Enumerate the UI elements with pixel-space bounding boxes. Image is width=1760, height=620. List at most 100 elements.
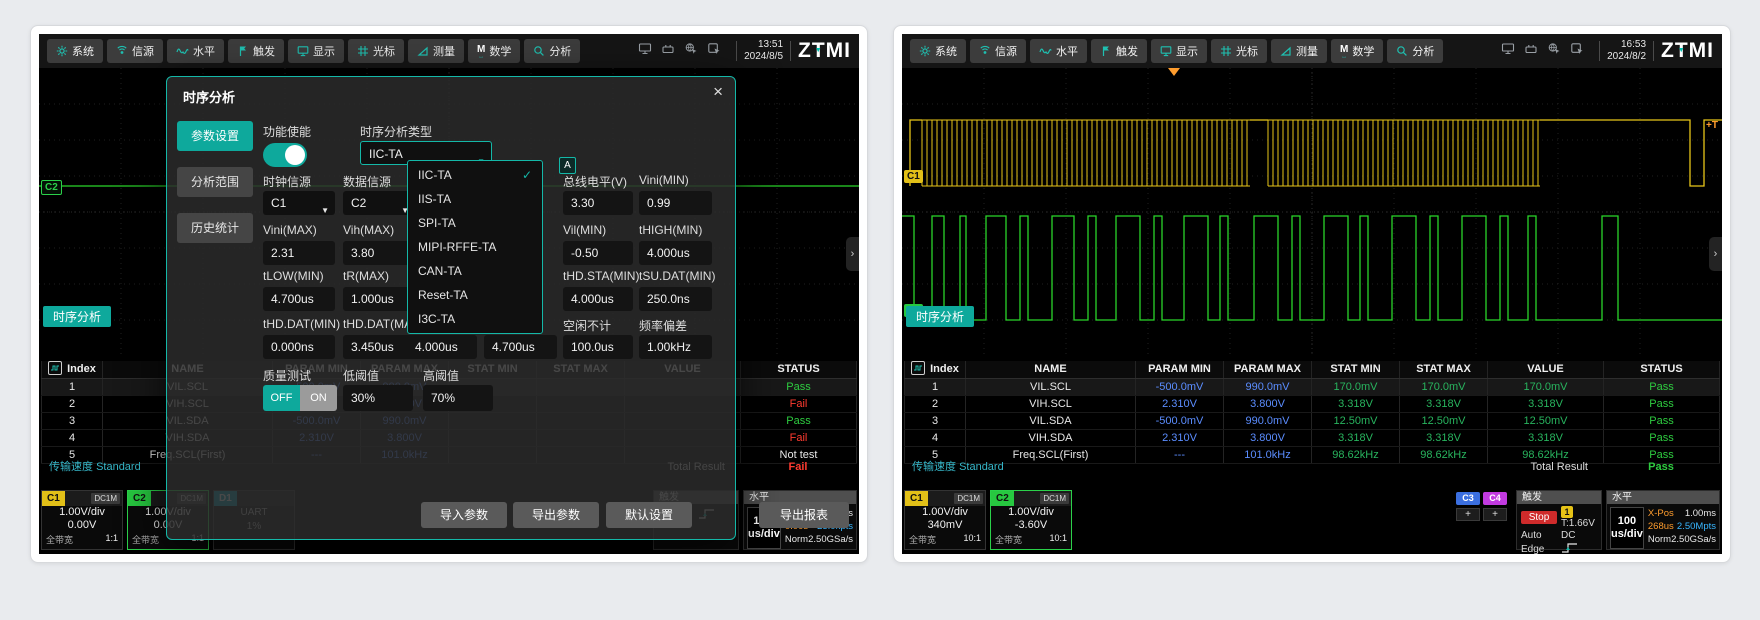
menu-button-trigger-flag[interactable]: 触发: [1091, 39, 1147, 63]
channel-chip-c3[interactable]: C3: [1456, 492, 1480, 505]
acquire-mode: Norm: [1648, 533, 1671, 546]
trigger-mode: Auto: [1521, 530, 1557, 541]
menu-button-measure-triangle[interactable]: 测量: [1271, 39, 1327, 63]
dropdown-option[interactable]: Reset-TA: [408, 283, 542, 307]
vil-min-field[interactable]: -0.50: [563, 241, 633, 265]
clock-source-select[interactable]: C1▼: [263, 191, 335, 215]
menu-button-cursor-grid[interactable]: 光标: [348, 39, 404, 63]
low-threshold-field[interactable]: 30%: [343, 385, 413, 411]
right-side-panel-chevron[interactable]: ›: [1709, 237, 1722, 271]
import-params-button[interactable]: 导入参数: [421, 502, 507, 528]
menu-button-signal-source[interactable]: 信源: [970, 39, 1026, 63]
export-params-button[interactable]: 导出参数: [513, 502, 599, 528]
thigh-min-field[interactable]: 4.000us: [639, 241, 712, 265]
right-horizontal-section[interactable]: 水平 100us/div X-Pos1.00ms 268us2.50Mpts N…: [1606, 490, 1720, 550]
screen-mirror-icon[interactable]: [638, 42, 652, 60]
menu-button-measure-triangle[interactable]: 测量: [408, 39, 464, 63]
dropdown-option[interactable]: CAN-TA: [408, 259, 542, 283]
quality-on-button[interactable]: ON: [300, 385, 337, 411]
data-source-select[interactable]: C2▼: [343, 191, 415, 215]
menu-button-horizontal-wave[interactable]: 水平: [1030, 39, 1087, 63]
tr-max-field[interactable]: 1.000us: [343, 287, 415, 311]
extra-channels-block: C3 C4 + +: [1456, 492, 1507, 524]
brand-logo: ZT▼MI: [798, 39, 851, 63]
screen-mirror-icon[interactable]: [1501, 42, 1515, 60]
gear-icon: [56, 45, 68, 57]
dropdown-option[interactable]: SPI-TA: [408, 211, 542, 235]
thd-dat-max-field[interactable]: 3.450us: [343, 335, 415, 359]
idle-skip-field[interactable]: 100.0us: [563, 335, 633, 359]
menu-button-math-m[interactable]: M↔数学: [468, 39, 520, 63]
bus-level-field[interactable]: 3.30: [563, 191, 633, 215]
cursor-grid-icon: [1220, 45, 1232, 57]
field-label: tHD.DAT(MIN): [263, 317, 340, 331]
menu-button-cursor-grid[interactable]: 光标: [1211, 39, 1267, 63]
left-side-panel-chevron[interactable]: ›: [846, 237, 859, 271]
memory-depth: 2.50Mpts: [1677, 520, 1716, 533]
menu-button-math-m[interactable]: M↔数学: [1331, 39, 1383, 63]
high-threshold-field[interactable]: 70%: [423, 385, 493, 411]
thd-dat-min-field[interactable]: 0.000ns: [263, 335, 335, 359]
vih-max-field[interactable]: 3.80: [343, 241, 415, 265]
tlow-min-field[interactable]: 4.700us: [263, 287, 335, 311]
enable-toggle[interactable]: [263, 143, 307, 167]
table-cell-index: 2: [904, 396, 966, 412]
right-trigger-section[interactable]: 触发 Stop 1T:1.66V Auto DC Edge: [1516, 490, 1602, 550]
network-touch-icon[interactable]: [684, 42, 698, 60]
table-cell-status: Pass: [741, 413, 857, 429]
vini-max-field[interactable]: 2.31: [263, 241, 335, 265]
freq-deviation-field[interactable]: 1.00kHz: [639, 335, 712, 359]
add-channel-button[interactable]: +: [1483, 508, 1507, 521]
covered-field-2[interactable]: 4.700us: [484, 335, 557, 359]
channel-chip-c4[interactable]: C4: [1483, 492, 1507, 505]
right-analysis-tag[interactable]: 时序分析: [906, 306, 974, 327]
dropdown-option[interactable]: I3C-TA: [408, 307, 542, 331]
tsu-dat-min-field[interactable]: 250.0ns: [639, 287, 712, 311]
timebase-scale[interactable]: 100us/div: [1610, 507, 1644, 549]
timing-analysis-dialog: 时序分析 × 参数设置 分析范围 历史统计 功能使能 时序分析类型 IIC-TA…: [166, 76, 736, 540]
dropdown-option[interactable]: IIS-TA: [408, 187, 542, 211]
table-row[interactable]: 3VIL.SDA-500.0mV990.0mV12.50mV12.50mV12.…: [904, 413, 1720, 430]
dropdown-option[interactable]: IIC-TA✓: [408, 163, 542, 187]
menu-button-display-monitor[interactable]: 显示: [288, 39, 344, 63]
channel-box-c1[interactable]: C1DC1M 1.00V/div 0.00V 全带宽1:1: [41, 490, 123, 550]
right-c1-channel-marker[interactable]: C1: [904, 170, 923, 183]
export-report-button[interactable]: 导出报表: [759, 502, 849, 528]
table-row[interactable]: 4VIH.SDA2.310V3.800V3.318V3.318V3.318VPa…: [904, 430, 1720, 447]
menu-button-horizontal-wave[interactable]: 水平: [167, 39, 224, 63]
quality-off-button[interactable]: OFF: [263, 385, 300, 411]
left-analysis-tag[interactable]: 时序分析: [43, 306, 111, 327]
menu-button-signal-source[interactable]: 信源: [107, 39, 163, 63]
touch-panel-icon[interactable]: [1570, 42, 1584, 60]
touch-panel-icon[interactable]: [707, 42, 721, 60]
menu-button-analysis-magnifier[interactable]: 分析: [1387, 39, 1443, 63]
table-row[interactable]: 2VIH.SCL2.310V3.800V3.318V3.318V3.318VPa…: [904, 396, 1720, 413]
menu-button-gear[interactable]: 系统: [910, 39, 966, 63]
usb-storage-icon[interactable]: [661, 42, 675, 60]
menu-button-trigger-flag[interactable]: 触发: [228, 39, 284, 63]
vini-min-field[interactable]: 0.99: [639, 191, 712, 215]
left-c2-channel-marker[interactable]: C2: [41, 180, 62, 195]
transfer-speed: 传输速度 Standard: [912, 458, 1004, 476]
add-channel-button[interactable]: +: [1456, 508, 1480, 521]
default-settings-button[interactable]: 默认设置: [606, 502, 692, 528]
menu-button-analysis-magnifier[interactable]: 分析: [524, 39, 580, 63]
channel-box-c1[interactable]: C1DC1M 1.00V/div 340mV 全带宽10:1: [904, 490, 986, 550]
thd-sta-min-field[interactable]: 4.000us: [563, 287, 633, 311]
trigger-level-marker[interactable]: +T: [1706, 120, 1718, 131]
menu-button-display-monitor[interactable]: 显示: [1151, 39, 1207, 63]
tab-parameter-settings[interactable]: 参数设置: [177, 121, 253, 151]
close-icon[interactable]: ×: [713, 83, 723, 100]
channel-box-c2[interactable]: C2DC1M 1.00V/div -3.60V 全带宽10:1: [990, 490, 1072, 550]
covered-field-1[interactable]: 4.000us: [407, 335, 477, 359]
network-touch-icon[interactable]: [1547, 42, 1561, 60]
clock-date: 2024/8/5: [744, 51, 783, 63]
table-cell-status: Fail: [741, 430, 857, 446]
usb-storage-icon[interactable]: [1524, 42, 1538, 60]
menu-button-gear[interactable]: 系统: [47, 39, 103, 63]
tab-history-statistics[interactable]: 历史统计: [177, 213, 253, 243]
column-header: Index: [904, 361, 966, 378]
tab-analysis-range[interactable]: 分析范围: [177, 167, 253, 197]
dropdown-option[interactable]: MIPI-RFFE-TA: [408, 235, 542, 259]
table-row[interactable]: 1VIL.SCL-500.0mV990.0mV170.0mV170.0mV170…: [904, 379, 1720, 396]
